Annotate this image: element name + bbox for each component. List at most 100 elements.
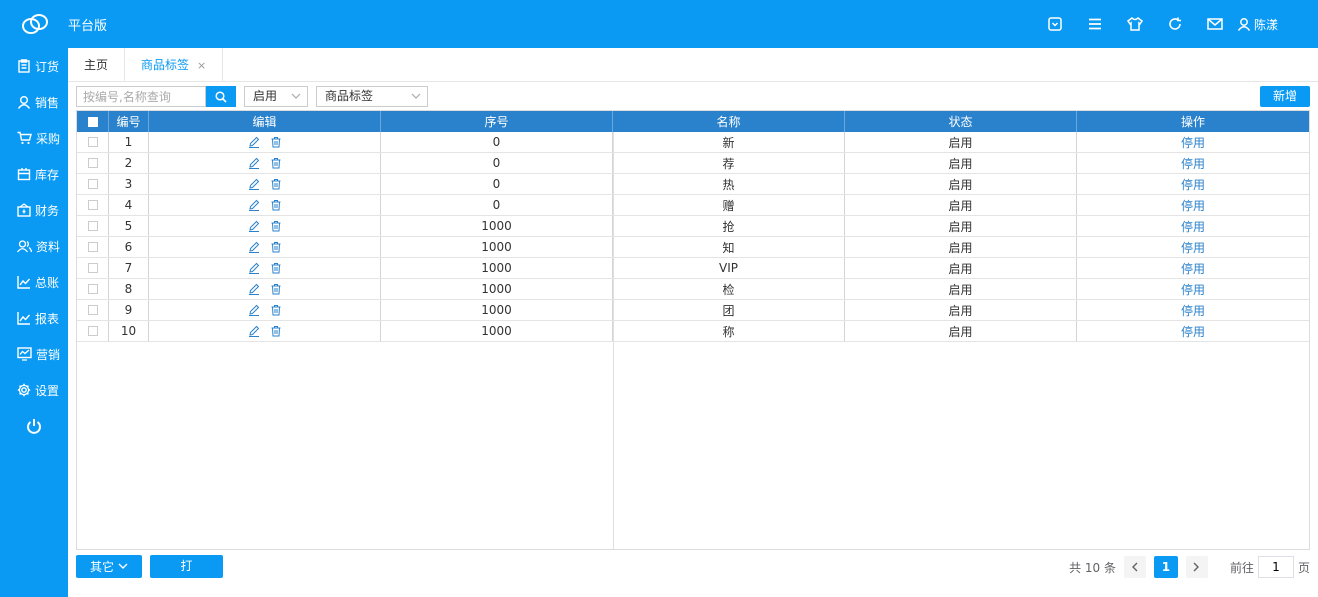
row-checkbox[interactable] [87, 326, 98, 336]
type-select[interactable]: 商品标签 [316, 86, 428, 107]
delete-icon[interactable] [270, 157, 282, 169]
dropdown-box-icon[interactable] [1035, 0, 1075, 48]
edit-icon[interactable] [248, 178, 260, 190]
table-row[interactable]: 5 1000 抢启用 停用 [77, 216, 1309, 237]
table-row[interactable]: 7 1000 VIP 启用 停用 [77, 258, 1309, 279]
other-button[interactable]: 其它 [76, 555, 142, 578]
row-checkbox[interactable] [87, 263, 98, 273]
search-input[interactable] [76, 86, 206, 107]
status-select-value: 启用 [253, 89, 278, 103]
delete-icon[interactable] [270, 325, 282, 337]
edit-icon[interactable] [248, 199, 260, 211]
footer: 其它 打印 共 10 条 1 前往 页 [76, 555, 1310, 596]
table-row[interactable]: 9 1000 团启用 停用 [77, 300, 1309, 321]
disable-link[interactable]: 停用 [1077, 216, 1309, 236]
mail-icon[interactable] [1195, 0, 1235, 48]
header-name[interactable]: 名称 [613, 111, 845, 132]
sidebar-item-settings[interactable]: 设置 [0, 372, 68, 408]
header-status[interactable]: 状态 [845, 111, 1077, 132]
cell-no: 3 [109, 174, 149, 194]
chart-icon [17, 312, 31, 325]
sidebar-item-sales[interactable]: 销售 [0, 84, 68, 120]
sidebar-item-purchase[interactable]: 采购 [0, 120, 68, 156]
delete-icon[interactable] [270, 199, 282, 211]
cell-order: 1000 [381, 237, 613, 257]
disable-link[interactable]: 停用 [1077, 195, 1309, 215]
add-button[interactable]: 新增 [1260, 86, 1310, 107]
sidebar-item-reports[interactable]: 报表 [0, 300, 68, 336]
table-row[interactable]: 2 0 荐启用 停用 [77, 153, 1309, 174]
sidebar-item-order[interactable]: 订货 [0, 48, 68, 84]
delete-icon[interactable] [270, 262, 282, 274]
disable-link[interactable]: 停用 [1077, 153, 1309, 173]
prev-page-button[interactable] [1123, 556, 1146, 578]
edit-icon[interactable] [248, 262, 260, 274]
header-no[interactable]: 编号 [109, 111, 149, 132]
row-checkbox[interactable] [87, 137, 98, 147]
status-select[interactable]: 启用 [244, 86, 308, 107]
row-checkbox[interactable] [87, 284, 98, 294]
table-row[interactable]: 10 1000 称启用 停用 [77, 321, 1309, 342]
sidebar-item-marketing[interactable]: 营销 [0, 336, 68, 372]
disable-link[interactable]: 停用 [1077, 300, 1309, 320]
delete-icon[interactable] [270, 241, 282, 253]
tab-product-tags[interactable]: 商品标签 × [125, 48, 224, 81]
cell-status: 启用 [845, 174, 1077, 194]
menu-icon[interactable] [1075, 0, 1115, 48]
power-button[interactable] [0, 408, 68, 444]
edit-icon[interactable] [248, 283, 260, 295]
delete-icon[interactable] [270, 283, 282, 295]
sidebar-item-label: 销售 [35, 95, 60, 110]
disable-link[interactable]: 停用 [1077, 258, 1309, 278]
table-row[interactable]: 1 0 新启用 停用 [77, 132, 1309, 153]
sidebar-item-data[interactable]: 资料 [0, 228, 68, 264]
row-checkbox[interactable] [87, 179, 98, 189]
edit-icon[interactable] [248, 241, 260, 253]
sidebar-item-label: 报表 [35, 311, 60, 326]
delete-icon[interactable] [270, 136, 282, 148]
edit-icon[interactable] [248, 304, 260, 316]
cell-name: 荐 [613, 153, 845, 173]
table-row[interactable]: 3 0 热启用 停用 [77, 174, 1309, 195]
edit-icon[interactable] [248, 157, 260, 169]
row-checkbox[interactable] [87, 305, 98, 315]
sidebar-item-finance[interactable]: 财务 [0, 192, 68, 228]
row-checkbox-cell [77, 153, 109, 173]
row-checkbox[interactable] [87, 158, 98, 168]
tab-home[interactable]: 主页 [68, 48, 126, 81]
refresh-icon[interactable] [1155, 0, 1195, 48]
select-all-checkbox[interactable] [87, 116, 98, 127]
row-checkbox[interactable] [87, 242, 98, 252]
header-order[interactable]: 序号 [381, 111, 613, 132]
search-button[interactable] [206, 86, 236, 107]
disable-link[interactable]: 停用 [1077, 132, 1309, 152]
table-row[interactable]: 8 1000 检启用 停用 [77, 279, 1309, 300]
goto-page-input[interactable] [1257, 556, 1294, 578]
disable-link[interactable]: 停用 [1077, 237, 1309, 257]
sidebar-item-ledger[interactable]: 总账 [0, 264, 68, 300]
edit-icon[interactable] [248, 136, 260, 148]
cell-name: 团 [613, 300, 845, 320]
row-checkbox[interactable] [87, 200, 98, 210]
close-icon[interactable]: × [197, 59, 206, 72]
disable-link[interactable]: 停用 [1077, 279, 1309, 299]
user-menu[interactable]: 陈漾 [1235, 16, 1318, 33]
cell-edit [149, 300, 381, 320]
edit-icon[interactable] [248, 220, 260, 232]
edit-icon[interactable] [248, 325, 260, 337]
print-button[interactable]: 打印 [150, 555, 223, 596]
row-checkbox[interactable] [87, 221, 98, 231]
table-row[interactable]: 4 0 赠启用 停用 [77, 195, 1309, 216]
sidebar-item-inventory[interactable]: 库存 [0, 156, 68, 192]
disable-link[interactable]: 停用 [1077, 321, 1309, 341]
next-page-button[interactable] [1185, 556, 1208, 578]
table-row[interactable]: 6 1000 知启用 停用 [77, 237, 1309, 258]
delete-icon[interactable] [270, 220, 282, 232]
page-number[interactable]: 1 [1153, 556, 1178, 578]
shirt-icon[interactable] [1115, 0, 1155, 48]
delete-icon[interactable] [270, 304, 282, 316]
disable-link[interactable]: 停用 [1077, 174, 1309, 194]
cell-status: 启用 [845, 321, 1077, 341]
delete-icon[interactable] [270, 178, 282, 190]
cell-name: 称 [613, 321, 845, 341]
